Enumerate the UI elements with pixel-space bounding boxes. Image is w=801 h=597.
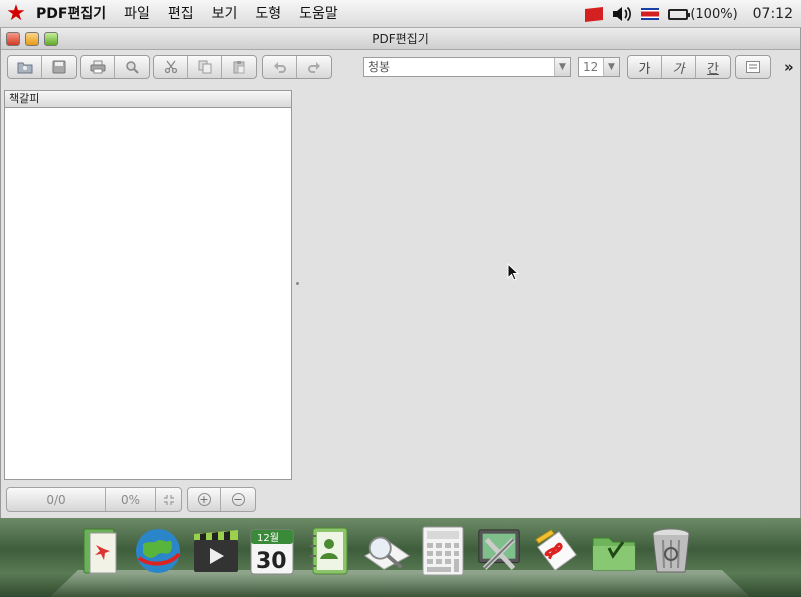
pdf-editor-icon[interactable] [532, 523, 582, 578]
menu-app-name[interactable]: PDF편집기 [32, 0, 115, 28]
clipboard-button-group [153, 55, 257, 79]
menu-help[interactable]: 도움말 [290, 0, 347, 28]
undo-button[interactable] [263, 56, 297, 78]
system-tray: (100%) 07:12 [585, 0, 793, 28]
file-button-group [7, 55, 77, 79]
history-button-group [262, 55, 332, 79]
font-size-value: 12 [583, 60, 599, 74]
menu-view[interactable]: 보기 [203, 0, 247, 28]
battery-icon [668, 8, 691, 20]
dock-icon-row: 12월 30 [76, 523, 696, 578]
zoom-button-group: + − [187, 487, 256, 512]
open-button[interactable] [8, 56, 42, 78]
cut-button[interactable] [154, 56, 188, 78]
print-button[interactable] [81, 56, 115, 78]
fit-page-button[interactable] [156, 488, 181, 511]
chevron-down-icon[interactable]: ▼ [554, 58, 570, 76]
bookmarks-panel-header: 책갈피 [5, 91, 291, 108]
battery-percent: (100%) [690, 6, 738, 22]
undo-icon [273, 62, 286, 73]
menu-shape[interactable]: 도형 [246, 0, 290, 28]
window-title: PDF편집기 [372, 32, 429, 46]
fit-page-icon [163, 494, 174, 505]
calculator-icon[interactable] [418, 523, 468, 578]
align-lines-icon [746, 61, 760, 73]
redo-button[interactable] [297, 56, 331, 78]
font-family-value: 청봉 [368, 60, 391, 74]
toolbar-overflow-button[interactable]: » [784, 58, 794, 76]
align-button-group [735, 55, 771, 79]
bookmarks-panel[interactable]: 책갈피 [4, 90, 292, 480]
paragraph-align-button[interactable] [736, 56, 770, 78]
redo-icon [308, 62, 320, 73]
window-controls [6, 32, 58, 46]
open-folder-icon [17, 62, 32, 74]
file-manager-icon[interactable] [589, 523, 639, 578]
print-button-group [80, 55, 150, 79]
pdf-editor-window: PDF편집기 청봉 ▼ 12 ▼ 가 가 간 » 책갈피 0/0 0% + − [0, 28, 801, 518]
red-star-logo-icon[interactable]: ★ [0, 0, 32, 28]
minus-circle-icon: − [231, 493, 245, 506]
application-dock: 12월 30 [0, 518, 801, 597]
mouse-pointer-icon [507, 263, 519, 281]
menu-edit[interactable]: 편집 [159, 0, 203, 28]
copy-icon [198, 60, 211, 74]
calendar-month: 12월 [257, 532, 279, 544]
top-menubar: ★ PDF편집기 파일 편집 보기 도형 도움말 (100%) 07:12 [0, 0, 801, 28]
save-button[interactable] [42, 56, 76, 78]
contacts-icon[interactable] [304, 523, 354, 578]
video-player-icon[interactable] [190, 523, 240, 578]
maximize-button[interactable] [44, 32, 58, 46]
clipboard-paste-icon [233, 61, 245, 74]
text-style-button-group: 가 가 간 [627, 55, 731, 79]
browser-globe-icon[interactable] [133, 523, 183, 578]
documents-icon[interactable] [76, 523, 126, 578]
trash-icon[interactable] [646, 523, 696, 578]
font-size-combobox[interactable]: 12 ▼ [578, 57, 620, 77]
font-family-combobox[interactable]: 청봉 ▼ [363, 57, 571, 77]
chevron-down-icon[interactable]: ▼ [603, 58, 619, 76]
clock[interactable]: 07:12 [753, 6, 793, 22]
menu-file[interactable]: 파일 [115, 0, 159, 28]
image-viewer-icon[interactable] [361, 523, 411, 578]
page-counter: 0/0 [7, 488, 106, 511]
save-icon [52, 60, 66, 74]
system-settings-icon[interactable] [475, 523, 525, 578]
close-button[interactable] [6, 32, 20, 46]
calendar-day: 30 [256, 549, 287, 574]
main-toolbar: 청봉 ▼ 12 ▼ 가 가 간 » [1, 52, 800, 82]
page-zoom-group: 0/0 0% [6, 487, 182, 512]
bold-button[interactable]: 가 [628, 56, 662, 78]
plus-circle-icon: + [197, 493, 211, 506]
paste-button[interactable] [222, 56, 256, 78]
status-bar: 0/0 0% + − [6, 487, 256, 512]
volume-icon[interactable] [612, 6, 632, 22]
underline-button[interactable]: 간 [696, 56, 730, 78]
italic-button[interactable]: 가 [662, 56, 696, 78]
keyboard-layout-flag-icon[interactable] [641, 8, 660, 20]
copy-button[interactable] [188, 56, 222, 78]
calendar-icon[interactable]: 12월 30 [247, 523, 297, 578]
battery-indicator[interactable]: (100%) [668, 6, 738, 22]
zoom-in-button[interactable]: + [188, 488, 221, 511]
panel-splitter-handle[interactable] [296, 282, 299, 285]
red-flag-icon[interactable] [585, 6, 604, 22]
minimize-button[interactable] [25, 32, 39, 46]
print-preview-button[interactable] [115, 56, 149, 78]
zoom-level: 0% [106, 488, 156, 511]
printer-icon [90, 60, 105, 74]
zoom-out-button[interactable]: − [221, 488, 255, 511]
scissors-icon [164, 60, 177, 74]
window-titlebar[interactable]: PDF편집기 [1, 28, 800, 50]
magnifier-icon [126, 61, 139, 74]
